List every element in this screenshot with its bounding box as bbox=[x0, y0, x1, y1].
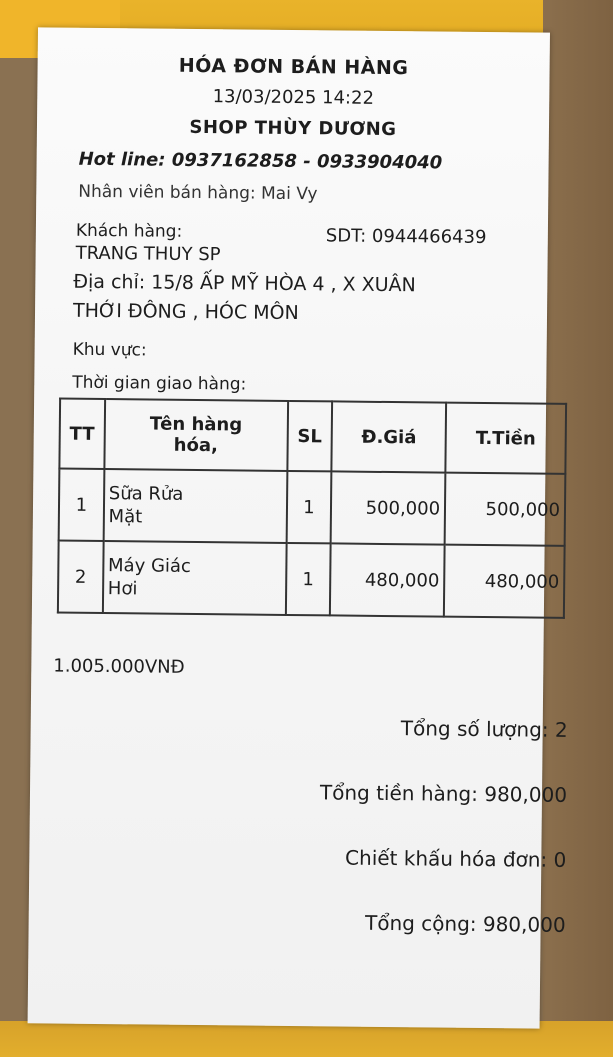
row-name-line1: Sữa Rửa bbox=[108, 483, 184, 505]
header-name: Tên hàng hóa, bbox=[104, 399, 288, 471]
table-header-row: TT Tên hàng hóa, SL Đ.Giá T.Tiền bbox=[59, 398, 567, 474]
delivery-time-label: Thời gian giao hàng: bbox=[72, 372, 247, 395]
subtotal: Tổng tiền hàng: 980,000 bbox=[319, 780, 568, 807]
address-line-2: THỚI ĐÔNG , HÓC MÔN bbox=[72, 299, 299, 325]
header-tt: TT bbox=[59, 398, 105, 470]
table-row: 2 Máy Giác Hơi 1 480,000 480,000 bbox=[57, 540, 565, 618]
total-quantity: Tổng số lượng: 2 bbox=[400, 716, 568, 742]
staff-name: Nhân viên bán hàng: Mai Vy bbox=[78, 181, 318, 205]
table-row: 1 Sữa Rửa Mặt 1 500,000 500,000 bbox=[58, 468, 566, 546]
receipt-datetime: 13/03/2025 14:22 bbox=[212, 86, 375, 109]
shop-name: SHOP THÙY DƯƠNG bbox=[189, 116, 397, 141]
invoice-discount: Chiết khấu hóa đơn: 0 bbox=[345, 845, 567, 872]
area-label: Khu vực: bbox=[72, 339, 147, 361]
header-qty: SL bbox=[286, 400, 333, 472]
header-price: Đ.Giá bbox=[331, 401, 447, 473]
row-name: Sữa Rửa Mặt bbox=[103, 469, 287, 543]
row-total: 480,000 bbox=[443, 544, 565, 618]
handwritten-note: 1.005.000VNĐ bbox=[53, 655, 185, 678]
row-price: 480,000 bbox=[330, 543, 445, 617]
row-name-line2: Hơi bbox=[107, 578, 138, 600]
row-price: 500,000 bbox=[330, 471, 446, 545]
row-qty: 1 bbox=[285, 542, 331, 616]
row-name-line2: Mặt bbox=[108, 506, 143, 528]
row-tt: 1 bbox=[58, 468, 105, 542]
header-name-line2: hóa, bbox=[173, 434, 218, 457]
row-tt: 2 bbox=[57, 540, 104, 614]
hotline: Hot line: 0937162858 - 0933904040 bbox=[78, 148, 443, 174]
customer-name: TRANG THUY SP bbox=[75, 242, 221, 266]
receipt-paper: HÓA ĐƠN BÁN HÀNG 13/03/2025 14:22 SHOP T… bbox=[27, 27, 568, 1029]
items-table: TT Tên hàng hóa, SL Đ.Giá T.Tiền 1 Sữa R… bbox=[57, 398, 567, 619]
address-line-1: Địa chỉ: 15/8 ẤP MỸ HÒA 4 , X XUÂN bbox=[73, 270, 416, 297]
receipt-title: HÓA ĐƠN BÁN HÀNG bbox=[178, 54, 409, 80]
row-total: 500,000 bbox=[444, 472, 566, 546]
row-name-line1: Máy Giác bbox=[107, 555, 192, 577]
row-name: Máy Giác Hơi bbox=[102, 541, 287, 615]
customer-label: Khách hàng: bbox=[75, 220, 183, 242]
header-total: T.Tiền bbox=[445, 402, 567, 474]
grand-total: Tổng cộng: 980,000 bbox=[364, 910, 566, 937]
header-name-line1: Tên hàng bbox=[149, 413, 243, 436]
row-qty: 1 bbox=[286, 470, 332, 544]
customer-phone: SDT: 0944466439 bbox=[325, 225, 487, 249]
